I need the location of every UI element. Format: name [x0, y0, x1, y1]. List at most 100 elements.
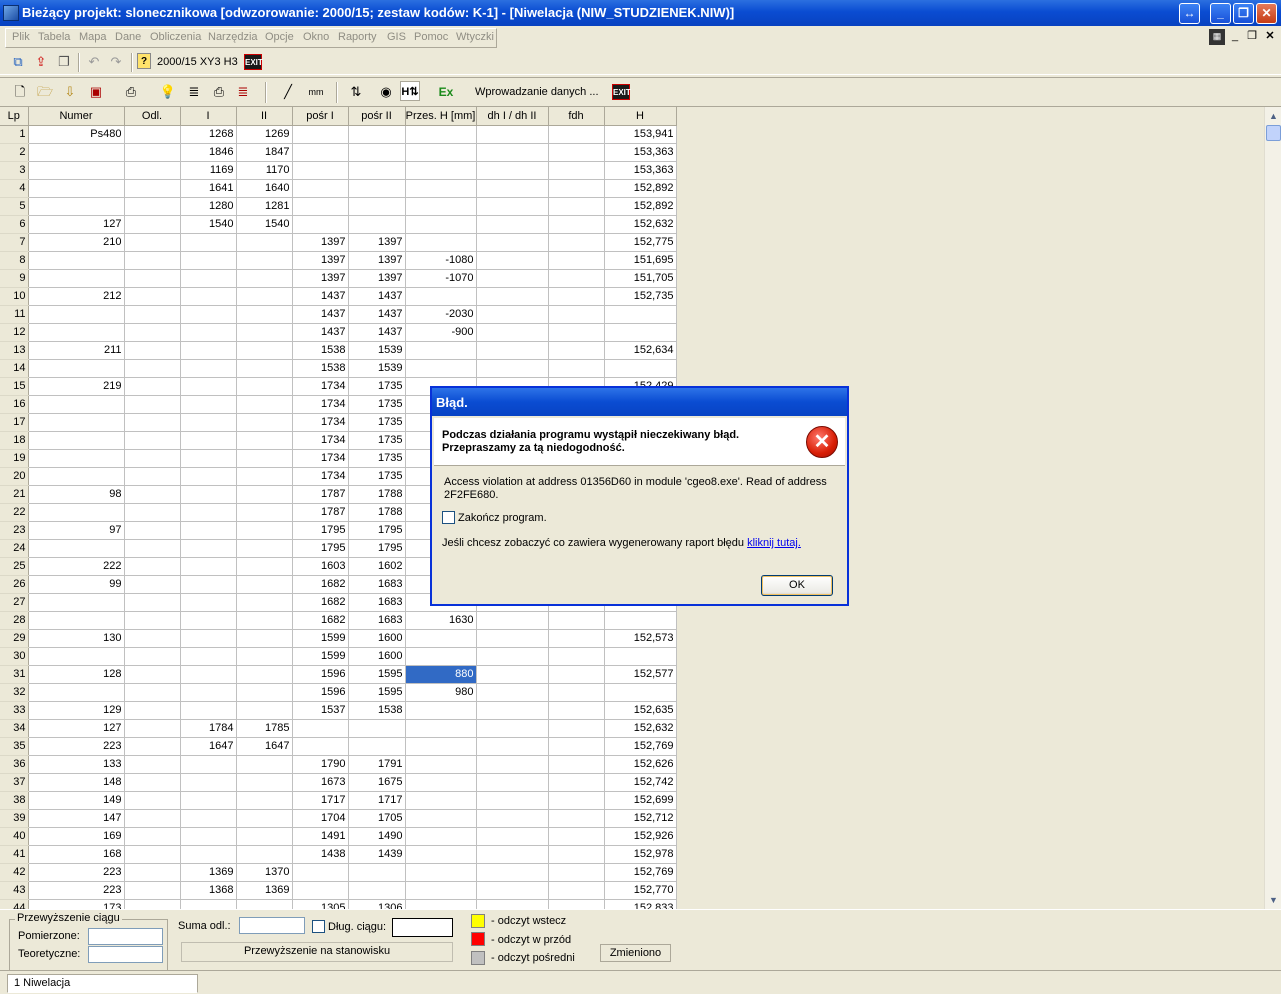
table-cell[interactable]: 1397	[348, 251, 406, 270]
table-cell[interactable]	[548, 197, 605, 216]
row-number[interactable]: 16	[0, 395, 29, 414]
table-cell[interactable]	[405, 125, 477, 144]
table-cell[interactable]	[180, 791, 237, 810]
table-cell[interactable]: 148	[28, 773, 125, 792]
table-cell[interactable]	[348, 197, 406, 216]
table-cell[interactable]	[548, 791, 605, 810]
table-cell[interactable]	[236, 287, 293, 306]
table-cell[interactable]	[348, 125, 406, 144]
table-cell[interactable]: 152,699	[604, 791, 677, 810]
table-cell[interactable]	[292, 881, 349, 900]
table-row[interactable]: 10 212 1437 1437 152,735	[0, 287, 677, 306]
table-cell[interactable]	[180, 449, 237, 468]
table-row[interactable]: 13 211 1538 1539 152,634	[0, 341, 677, 360]
table-cell[interactable]: 1705	[348, 809, 406, 828]
table-cell[interactable]	[348, 161, 406, 180]
table-cell[interactable]: 1683	[348, 611, 406, 630]
menu-obliczenia[interactable]: Obliczenia	[150, 31, 201, 43]
table-cell[interactable]: 1788	[348, 485, 406, 504]
table-cell[interactable]: 1397	[348, 269, 406, 288]
table-cell[interactable]: 1538	[292, 341, 349, 360]
table-cell[interactable]: 152,577	[604, 665, 677, 684]
table-row[interactable]: 11 1437 1437 -2030	[0, 305, 677, 324]
mdi-child-icon[interactable]: ▦	[1209, 29, 1225, 45]
table-row[interactable]: 42 223 1369 1370 152,769	[0, 863, 677, 882]
ok-button[interactable]: OK	[761, 575, 833, 596]
table-cell[interactable]	[180, 809, 237, 828]
table-row[interactable]: 34 127 1784 1785 152,632	[0, 719, 677, 738]
table-cell[interactable]	[348, 863, 406, 882]
menu-raporty[interactable]: Raporty	[338, 31, 377, 43]
table-cell[interactable]: 151,705	[604, 269, 677, 288]
table-cell[interactable]	[124, 845, 181, 864]
table-cell[interactable]	[405, 791, 477, 810]
table-cell[interactable]	[124, 197, 181, 216]
table-cell[interactable]: 1795	[348, 539, 406, 558]
table-cell[interactable]	[236, 593, 293, 612]
table-cell[interactable]: 1647	[236, 737, 293, 756]
table-cell[interactable]	[292, 143, 349, 162]
table-cell[interactable]: 1599	[292, 629, 349, 648]
table-cell[interactable]	[124, 251, 181, 270]
table-cell[interactable]: 1734	[292, 377, 349, 396]
table-cell[interactable]	[28, 413, 125, 432]
table-cell[interactable]: -900	[405, 323, 477, 342]
table-cell[interactable]: 1269	[236, 125, 293, 144]
table-cell[interactable]: 223	[28, 863, 125, 882]
row-number[interactable]: 1	[0, 125, 29, 144]
table-cell[interactable]	[236, 539, 293, 558]
table-cell[interactable]	[292, 179, 349, 198]
table-cell[interactable]: 152,712	[604, 809, 677, 828]
table-cell[interactable]	[548, 611, 605, 630]
table-cell[interactable]: 1600	[348, 647, 406, 666]
table-row[interactable]: 6 127 1540 1540 152,632	[0, 215, 677, 234]
table-cell[interactable]: 152,892	[604, 197, 677, 216]
table-cell[interactable]: 1734	[292, 431, 349, 450]
table-cell[interactable]	[476, 305, 549, 324]
table-cell[interactable]	[28, 269, 125, 288]
table-cell[interactable]	[476, 827, 549, 846]
table-cell[interactable]: 168	[28, 845, 125, 864]
table-cell[interactable]: 1596	[292, 665, 349, 684]
measured-field[interactable]	[88, 928, 163, 945]
table-cell[interactable]: 1795	[292, 521, 349, 540]
table-cell[interactable]	[348, 881, 406, 900]
table-cell[interactable]	[476, 251, 549, 270]
table-cell[interactable]	[548, 251, 605, 270]
column-header[interactable]: fdh	[548, 107, 605, 126]
table-cell[interactable]	[124, 809, 181, 828]
restore-size-button[interactable]: ↔	[1179, 3, 1200, 24]
table-cell[interactable]	[236, 809, 293, 828]
table-cell[interactable]	[476, 647, 549, 666]
table-row[interactable]: 14 1538 1539	[0, 359, 677, 378]
row-number[interactable]: 3	[0, 161, 29, 180]
table-cell[interactable]: 1846	[180, 143, 237, 162]
table-cell[interactable]: 1784	[180, 719, 237, 738]
scroll-down-icon[interactable]: ▼	[1266, 892, 1281, 908]
table-cell[interactable]: 1704	[292, 809, 349, 828]
table-cell[interactable]	[236, 485, 293, 504]
table-cell[interactable]	[476, 863, 549, 882]
table-cell[interactable]: 152,769	[604, 737, 677, 756]
table-cell[interactable]	[180, 647, 237, 666]
table-cell[interactable]	[180, 233, 237, 252]
table-cell[interactable]: 1791	[348, 755, 406, 774]
table-cell[interactable]	[292, 215, 349, 234]
table-cell[interactable]	[236, 791, 293, 810]
table-cell[interactable]	[180, 755, 237, 774]
table-cell[interactable]	[124, 791, 181, 810]
table-cell[interactable]: 1280	[180, 197, 237, 216]
menu-okno[interactable]: Okno	[303, 31, 329, 43]
table-cell[interactable]	[405, 143, 477, 162]
table-cell[interactable]	[548, 215, 605, 234]
table-cell[interactable]	[604, 323, 677, 342]
table-cell[interactable]	[28, 503, 125, 522]
table-cell[interactable]	[124, 719, 181, 738]
row-number[interactable]: 7	[0, 233, 29, 252]
table-row[interactable]: 39 147 1704 1705 152,712	[0, 809, 677, 828]
table-cell[interactable]: 1437	[348, 323, 406, 342]
table-cell[interactable]	[292, 197, 349, 216]
table-cell[interactable]	[548, 161, 605, 180]
report-icon[interactable]: ≣	[233, 82, 253, 102]
table-cell[interactable]	[124, 143, 181, 162]
